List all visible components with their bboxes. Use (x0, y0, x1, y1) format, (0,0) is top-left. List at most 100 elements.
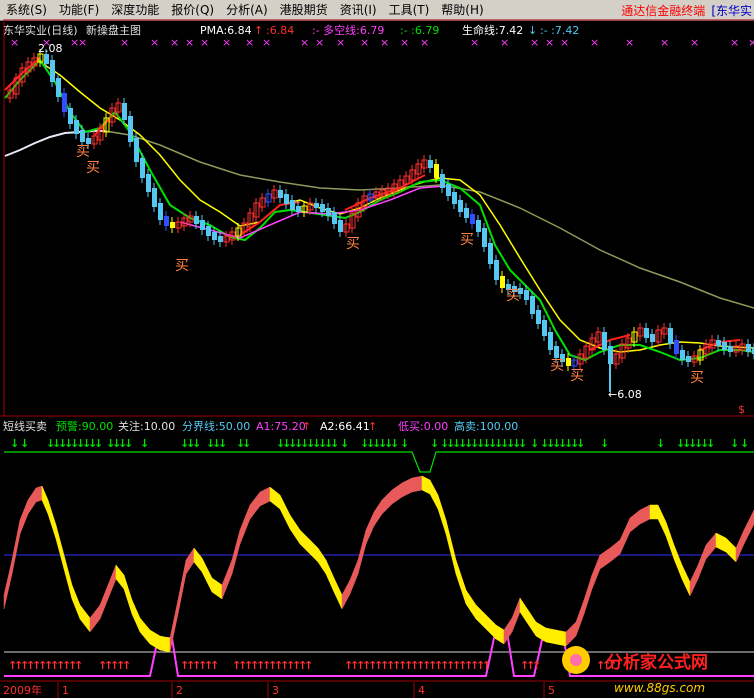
green-down-arrow: ↓ (600, 437, 609, 450)
cross-mark: × (420, 36, 429, 49)
ribbon-segment (259, 486, 271, 507)
ribbon-segment (317, 547, 327, 575)
cross-mark: × (185, 36, 194, 49)
green-down-arrow: ↓ (530, 437, 539, 450)
ribbon-segment (325, 559, 335, 593)
ribbon-segment (735, 529, 745, 563)
buy-signal-9: 买 (690, 370, 704, 386)
cross-mark: × (380, 36, 389, 49)
green-down-arrow: ↓ (242, 437, 251, 450)
ribbon-segment (583, 574, 593, 615)
ribbon-segment (185, 547, 195, 575)
ribbon-segment (725, 537, 737, 563)
candle-body (524, 290, 529, 300)
ribbon-segment (239, 504, 251, 545)
ribbon-segment (177, 559, 187, 615)
candle-body (566, 358, 571, 366)
ribbon-segment (3, 559, 13, 610)
candle-body (602, 332, 607, 350)
candle-body (650, 334, 655, 342)
candle-body (716, 340, 721, 346)
ribbon-segment (673, 544, 683, 580)
candle-body (284, 194, 289, 204)
buy-signal-6: 买 (506, 288, 520, 304)
cross-mark: × (748, 36, 754, 49)
axis-month-5: 5 (548, 684, 555, 697)
candle-body (428, 160, 433, 168)
candle-body (128, 116, 133, 142)
cross-mark: × (560, 36, 569, 49)
ribbon-segment (349, 559, 359, 595)
candle-body (146, 174, 151, 192)
ribbon-segment (63, 554, 73, 600)
candle-body (140, 158, 145, 178)
candle-body (62, 93, 67, 112)
ribbon-segment (211, 577, 223, 600)
ribbon-segment (743, 509, 754, 545)
a2-arrow: ↑ (368, 420, 377, 433)
cross-mark: × (262, 36, 271, 49)
axis-month-4: 4 (418, 684, 425, 697)
a1-arrow: ↑ (302, 420, 311, 433)
ribbon-segment (169, 599, 179, 653)
candle-body (320, 204, 325, 212)
candle-body (674, 340, 679, 354)
candle-body (170, 222, 175, 228)
buy-signal-3: 买 (175, 258, 189, 274)
ribbon-segment (299, 529, 311, 555)
green-down-arrow: ↓ (330, 437, 339, 450)
ribbon-segment (639, 504, 651, 525)
candle-body (134, 138, 139, 162)
ribbon-segment (689, 564, 699, 597)
green-down-arrow: ↓ (730, 437, 739, 450)
red-up-arrow: ↑ (482, 659, 491, 672)
cross-mark: × (590, 36, 599, 49)
cross-mark: × (730, 36, 739, 49)
cross-marks: × × ×× × × × × × × × × × × × × × × × × × × × × × × × × × × (10, 36, 754, 49)
green-down-arrow: ↓ (706, 437, 715, 450)
cross-mark: × (120, 36, 129, 49)
cross-mark: × (530, 36, 539, 49)
buy-signal-2: 买 (86, 160, 100, 176)
ribbon-segment (421, 475, 431, 495)
candle-body (80, 130, 85, 142)
ribbon-segment (11, 519, 21, 575)
low-buy-value: 低买:0.00 (398, 420, 448, 433)
ribbon-segment (649, 504, 659, 520)
green-down-arrow: ↓ (400, 437, 409, 450)
red-up-arrow: ↑ (532, 659, 541, 672)
red-up-arrow: ↑ (304, 659, 313, 672)
candle-body (44, 54, 49, 64)
ribbon-segment (269, 486, 281, 510)
ribbon-segment (55, 524, 65, 570)
ribbon-segment (609, 539, 621, 563)
ribbon-segment (365, 511, 375, 545)
ribbon-segment (545, 627, 557, 645)
axis-month-3: 3 (272, 684, 279, 697)
chart-canvas[interactable]: 东华实业(日线) 新操盘主图 PMA:6.84 ↑ :6.84 :- 多空线:6… (0, 0, 754, 698)
watermark-text: 分析家公式网 (606, 652, 708, 673)
candle-body (536, 310, 541, 324)
buy-signal-7: 买 (550, 358, 564, 374)
high-price-label: 2.08 (38, 42, 63, 55)
ribbon-segment (357, 529, 367, 575)
ribbon-segment (41, 485, 49, 515)
ribbon-segment (279, 494, 291, 530)
candle-body (200, 220, 205, 230)
candle-body (152, 188, 157, 207)
ribbon-segment (715, 532, 727, 553)
candle-body (452, 192, 457, 204)
app-window: 系统(S) 功能(F) 深度功能 报价(Q) 分析(A) 港股期货 资讯(I) … (0, 0, 754, 698)
candle-body (122, 103, 127, 120)
ribbon-segment (681, 564, 691, 597)
watermark-url: www.88gs.com (614, 681, 705, 695)
red-up-arrow: ↑ (74, 659, 83, 672)
dollar-marker: $ (738, 403, 745, 416)
ribbon-segment (465, 589, 477, 620)
ribbon-segment (107, 564, 117, 600)
cross-mark: × (545, 36, 554, 49)
buy-signal-4: 买 (346, 236, 360, 252)
ma-yellow-line (39, 61, 754, 353)
cross-mark: × (222, 36, 231, 49)
candle-body (548, 332, 553, 350)
